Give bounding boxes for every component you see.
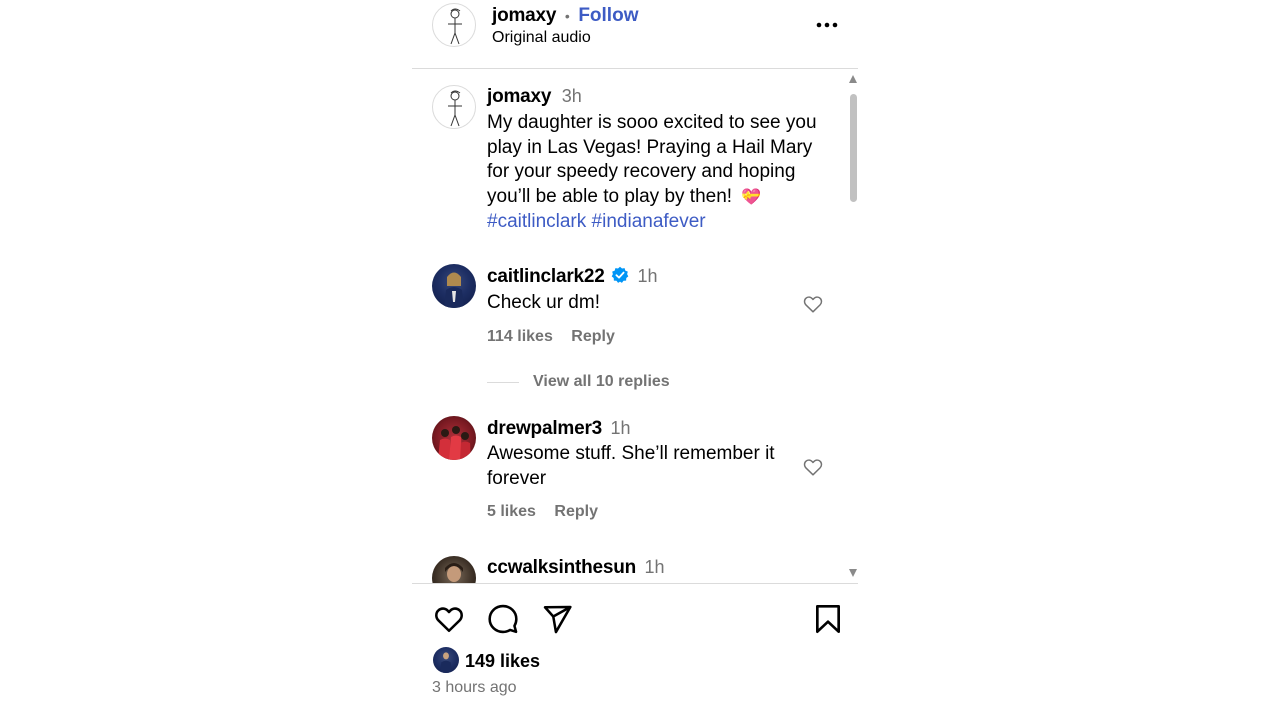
- comment-likes[interactable]: 5 likes: [487, 503, 536, 520]
- share-icon: [543, 605, 572, 634]
- stick-figure-avatar-icon: [448, 8, 462, 45]
- comment-likes[interactable]: 114 likes: [487, 328, 553, 345]
- caption-avatar[interactable]: [432, 85, 476, 129]
- commenter-username[interactable]: drewpalmer3: [487, 418, 602, 439]
- comment-text: Check ur dm!: [487, 292, 600, 313]
- header-subtitle[interactable]: Original audio: [492, 29, 591, 47]
- caption-header: jomaxy 3h: [487, 86, 582, 108]
- stick-figure-avatar-icon: [448, 90, 462, 127]
- caption-body: My daughter is sooo excited to see you p…: [487, 112, 817, 207]
- comment-time: 1h: [637, 266, 658, 286]
- comment-like-button[interactable]: [802, 456, 824, 478]
- more-dots-icon: [816, 22, 838, 28]
- commenter-avatar[interactable]: [432, 264, 476, 308]
- comment-header: caitlinclark22 1h: [487, 266, 658, 289]
- bookmark-icon: [816, 605, 840, 633]
- header-username[interactable]: jomaxy: [492, 5, 556, 26]
- comment-meta: 114 likes Reply: [487, 328, 615, 346]
- caption-text: My daughter is sooo excited to see you p…: [487, 111, 837, 235]
- header-title-row: jomaxy • Follow: [492, 4, 638, 27]
- person-photo-icon: [440, 652, 452, 673]
- reply-button[interactable]: Reply: [554, 503, 598, 520]
- commenter-avatar[interactable]: [432, 416, 476, 460]
- comment-like-button[interactable]: [802, 293, 824, 315]
- person-photo-icon: [444, 272, 464, 308]
- group-photo-icon: [438, 426, 471, 460]
- verified-badge-icon: [611, 266, 629, 289]
- comment-header: ccwalksinthesun 1h: [487, 557, 665, 579]
- caption-time: 3h: [561, 86, 582, 106]
- header-separator: •: [564, 8, 570, 24]
- reply-button[interactable]: Reply: [571, 328, 615, 345]
- comment-header: drewpalmer3 1h: [487, 418, 631, 440]
- likes-count[interactable]: 149 likes: [465, 651, 540, 672]
- comment-text: Awesome stuff. She’ll remember it foreve…: [487, 443, 775, 489]
- heart-icon: [435, 607, 463, 632]
- person-photo-icon: [445, 563, 463, 582]
- view-replies-button[interactable]: View all 10 replies: [533, 373, 670, 391]
- caption-username[interactable]: jomaxy: [487, 86, 551, 107]
- comment-button[interactable]: [486, 603, 520, 635]
- view-replies-line: [487, 382, 519, 383]
- comment-icon: [488, 604, 518, 634]
- comments-scroll-area[interactable]: jomaxy 3h My daughter is sooo excited to…: [412, 69, 858, 583]
- hashtag-link[interactable]: #indianafever: [592, 211, 706, 232]
- comment-time: 1h: [610, 418, 631, 438]
- scrollbar[interactable]: [848, 72, 858, 580]
- like-button[interactable]: [432, 603, 466, 635]
- commenter-username[interactable]: caitlinclark22: [487, 266, 605, 287]
- heart-outline-icon: [803, 296, 823, 313]
- post-timestamp[interactable]: 3 hours ago: [432, 679, 517, 697]
- hashtag-link[interactable]: #caitlinclark: [487, 211, 586, 232]
- actions-divider: [412, 583, 858, 584]
- scrollbar-thumb[interactable]: [850, 94, 857, 202]
- heart-gift-emoji: 💝: [741, 188, 762, 206]
- comment-time: 1h: [644, 557, 665, 577]
- heart-outline-icon: [803, 459, 823, 476]
- comment-meta: 5 likes Reply: [487, 503, 598, 521]
- save-button[interactable]: [812, 603, 844, 635]
- follow-button[interactable]: Follow: [578, 5, 638, 26]
- commenter-username[interactable]: ccwalksinthesun: [487, 557, 636, 578]
- share-button[interactable]: [540, 603, 574, 635]
- commenter-avatar[interactable]: [432, 556, 476, 583]
- liker-avatar[interactable]: [433, 647, 459, 673]
- post-panel: jomaxy • Follow Original audio jomaxy 3h…: [412, 0, 858, 720]
- more-options-button[interactable]: [814, 14, 840, 36]
- author-avatar[interactable]: [432, 3, 476, 47]
